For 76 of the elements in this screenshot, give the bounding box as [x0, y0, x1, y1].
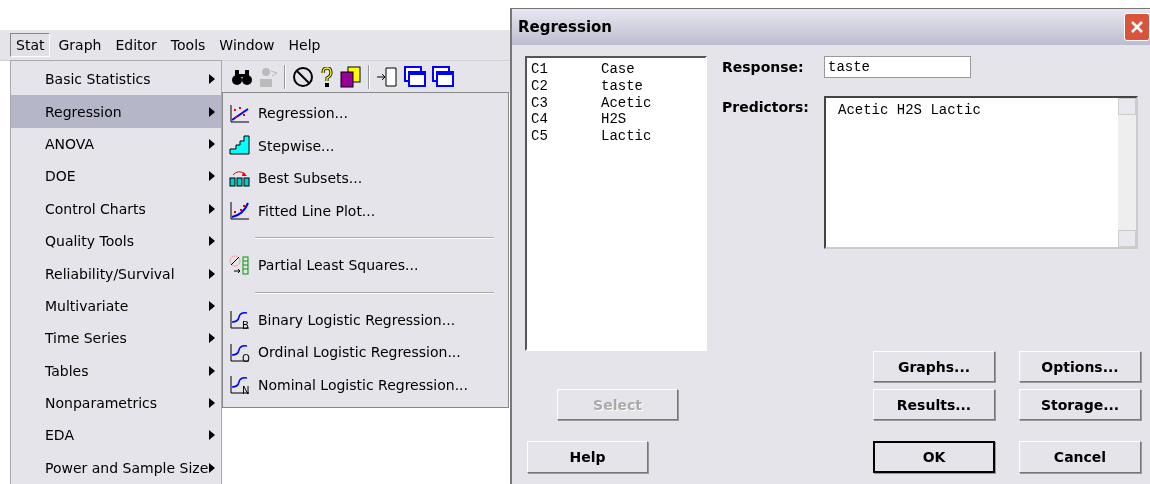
menu-item[interactable]: Best Subsets...: [223, 162, 508, 195]
submenu-arrow-icon: [209, 300, 215, 311]
submenu-arrow-icon: [209, 365, 215, 376]
column-id: C3: [531, 94, 549, 112]
menu-item[interactable]: Control Charts: [11, 192, 221, 225]
menu-item[interactable]: Reliability/Survival: [11, 257, 221, 290]
menu-item[interactable]: ANOVA: [11, 127, 221, 161]
menu-item[interactable]: EDA: [11, 419, 221, 452]
window-title: Regression: [518, 18, 612, 36]
menu-item[interactable]: Multivariate: [11, 289, 221, 323]
menu-item[interactable]: Stat: [10, 33, 51, 57]
menu-item[interactable]: Stepwise...: [223, 129, 508, 162]
column-name: Acetic: [601, 94, 652, 112]
documents-icon[interactable]: [340, 66, 362, 88]
menu-item[interactable]: B Binary Logistic Regression...: [223, 303, 508, 336]
dialog-button[interactable]: Graphs...: [873, 351, 995, 382]
menu-item[interactable]: O Ordinal Logistic Regression...: [223, 336, 508, 369]
column-name: Case: [601, 61, 635, 78]
submenu-arrow-icon: [209, 74, 215, 85]
menu-item[interactable]: Nonparametrics: [11, 386, 221, 420]
menu-item[interactable]: Regression...: [223, 97, 508, 130]
column-id: C1: [531, 61, 549, 78]
submenu-arrow-icon: [209, 430, 215, 441]
menu-item[interactable]: Tables: [11, 354, 221, 387]
submenu-arrow-icon: [209, 106, 215, 117]
prohibited-icon[interactable]: [292, 66, 314, 88]
submenu-arrow-icon: [209, 268, 215, 279]
menu-item[interactable]: Editor: [109, 33, 163, 57]
field-label: Predictors:: [722, 98, 810, 115]
submenu-arrow-icon: [209, 462, 215, 473]
dialog-button[interactable]: Options...: [1019, 351, 1141, 382]
submenu-arrow-icon: [209, 236, 215, 247]
insert-icon[interactable]: [376, 66, 398, 88]
column-name: taste: [601, 77, 643, 95]
close-button[interactable]: [1124, 13, 1150, 41]
column-name: Lactic: [601, 128, 652, 145]
menu-item[interactable]: Tools: [164, 33, 212, 57]
menu-item[interactable]: Regression: [11, 95, 221, 128]
submenu-arrow-icon: [209, 333, 215, 344]
column-id: C4: [531, 111, 549, 129]
help-icon[interactable]: [320, 67, 334, 87]
predictors-field[interactable]: Acetic H2S Lactic: [824, 96, 1138, 249]
dialog-button[interactable]: OK: [873, 441, 995, 473]
submenu-arrow-icon: [209, 138, 215, 149]
menu-item[interactable]: Partial Least Squares...: [223, 249, 508, 282]
response-field[interactable]: taste: [824, 56, 971, 78]
field-label: Response:: [722, 58, 805, 75]
dialog-button[interactable]: Results...: [873, 389, 995, 420]
curve-fit-icon: [229, 200, 250, 222]
menu-item[interactable]: Power and Sample Size: [11, 451, 221, 484]
column-id: C2: [531, 77, 549, 95]
staircase-icon: [229, 135, 250, 157]
menu-item[interactable]: N Nominal Logistic Regression...: [223, 368, 508, 401]
dialog-button[interactable]: Storage...: [1019, 389, 1141, 420]
menu-item[interactable]: Help: [282, 33, 327, 57]
window-icon[interactable]: [432, 66, 454, 88]
submenu-arrow-icon: [209, 171, 215, 182]
menu-item[interactable]: Fitted Line Plot...: [223, 194, 508, 227]
menu-item[interactable]: Time Series: [11, 322, 221, 355]
dialog-button[interactable]: Help: [527, 441, 648, 473]
column-name: H2S: [601, 111, 627, 129]
window-icon[interactable]: [404, 66, 426, 88]
menu-item[interactable]: Graph: [52, 33, 108, 57]
pls-icon: [229, 254, 250, 276]
column-id: C5: [531, 128, 549, 145]
submenu-arrow-icon: [209, 398, 215, 409]
menu-item[interactable]: Window: [213, 33, 281, 57]
scatter-fit-icon: [229, 102, 250, 124]
dialog-button[interactable]: Cancel: [1019, 441, 1141, 473]
close-icon: [1130, 20, 1144, 34]
menu-item[interactable]: DOE: [11, 160, 221, 193]
menu-item[interactable]: Basic Statistics: [11, 63, 221, 96]
submenu-arrow-icon: [209, 203, 215, 214]
menu-item[interactable]: Quality Tools: [11, 224, 221, 258]
variable-list[interactable]: C1 Case C2 taste C3 Acetic C4 H2S C5 Lactic: [525, 56, 707, 351]
binoculars-icon[interactable]: [232, 68, 252, 86]
